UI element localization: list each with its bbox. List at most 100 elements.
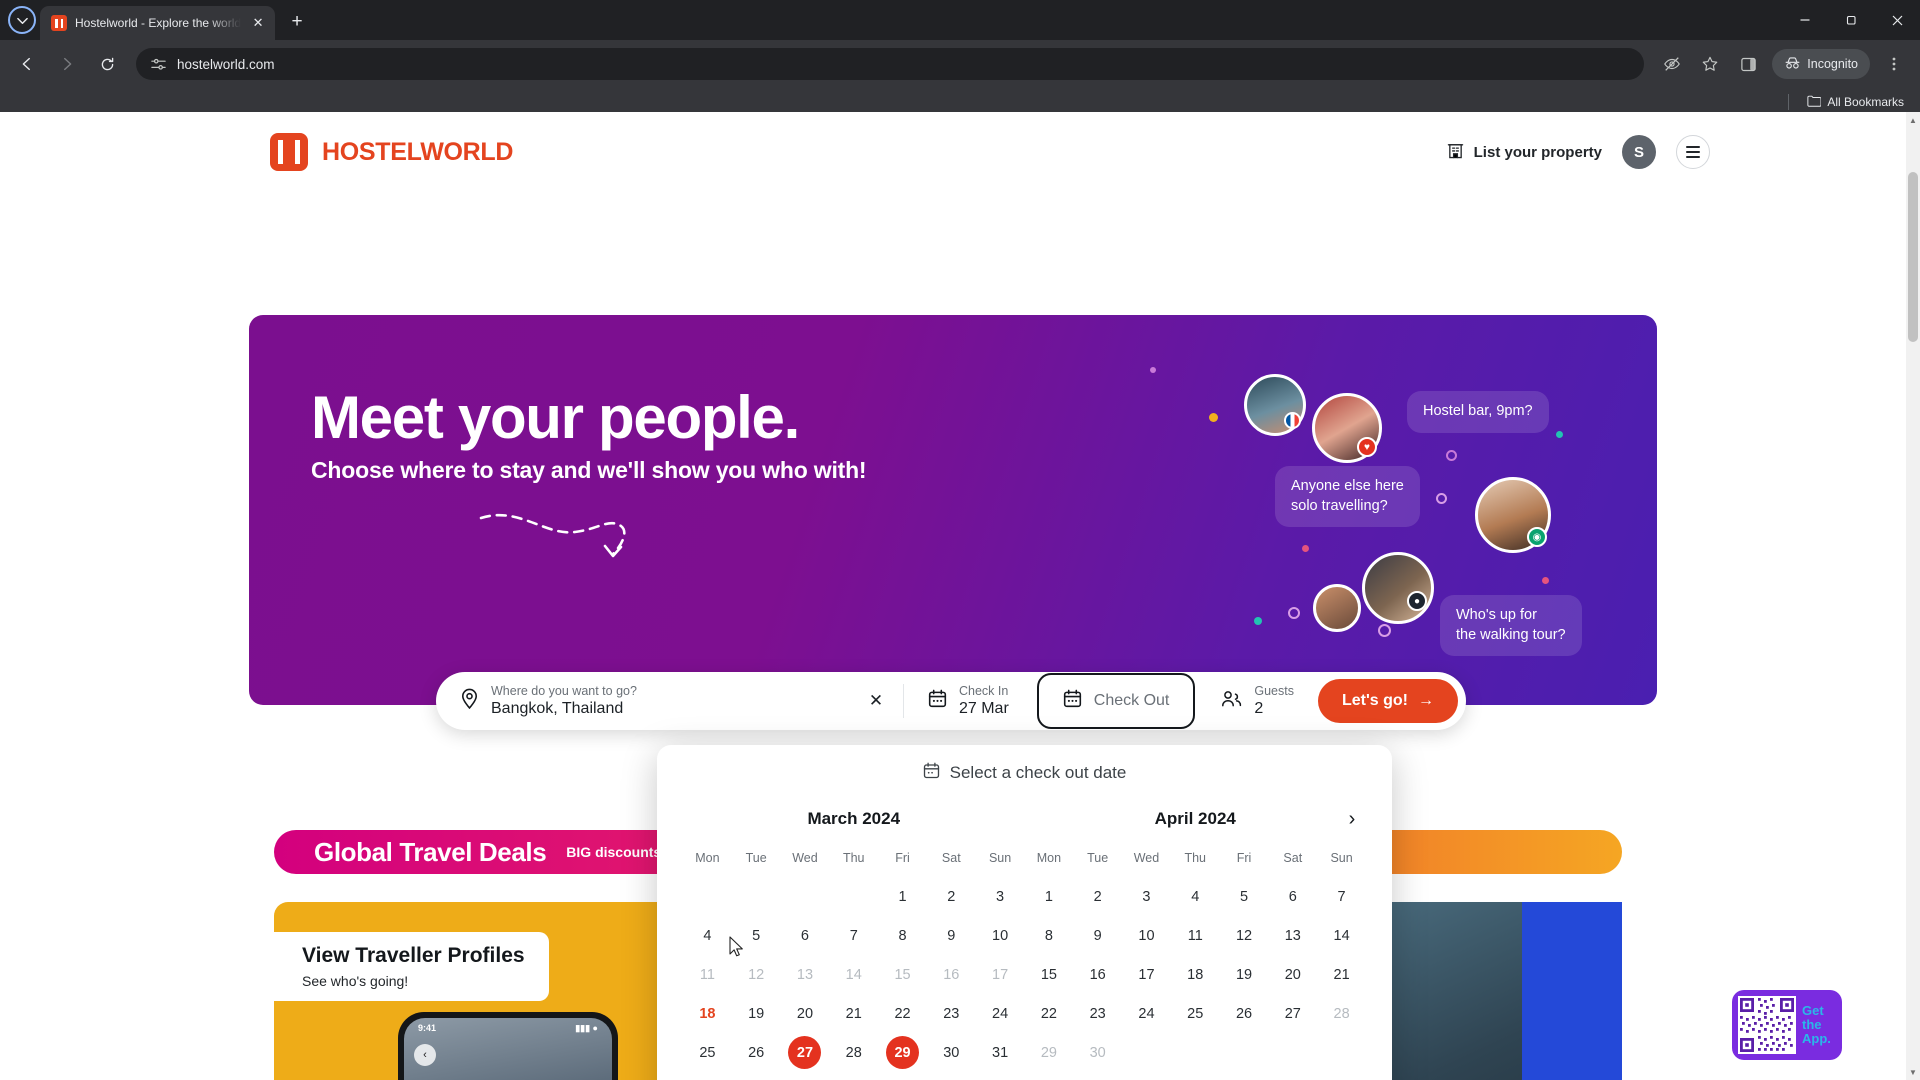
day-cell[interactable]: 19 [1220,955,1269,994]
site-settings-icon[interactable] [150,56,167,73]
qr-line-1: Get [1802,1002,1824,1018]
scroll-up-icon[interactable]: ▲ [1907,114,1919,126]
day-cell[interactable]: 4 [683,916,732,955]
all-bookmarks-button[interactable]: All Bookmarks [1801,92,1910,113]
guests-field[interactable]: Guests 2 [1195,684,1318,718]
day-cell[interactable]: 31 [976,1033,1025,1072]
day-cell[interactable]: 27 [781,1033,830,1072]
day-cell: 11 [699,966,715,983]
day-cell[interactable]: 7 [829,916,878,955]
day-cell[interactable]: 15 [1025,955,1074,994]
day-cell[interactable]: 16 [1073,955,1122,994]
day-of-week: Fri [1236,851,1252,865]
day-cell[interactable]: 18 [683,994,732,1033]
url-text: hostelworld.com [177,56,275,72]
browser-tab[interactable]: Hostelworld - Explore the world ✕ [40,6,276,40]
decor-dot [1302,545,1309,552]
qr-line-3: App. [1802,1031,1831,1047]
day-cell[interactable]: 25 [1171,994,1220,1033]
day-cell[interactable]: 17 [1122,955,1171,994]
day-cell[interactable]: 8 [1025,916,1074,955]
chrome-menu-icon[interactable] [1879,49,1909,79]
day-cell[interactable]: 20 [781,994,830,1033]
close-window-icon[interactable] [1874,0,1920,40]
day-cell[interactable]: 13 [1268,916,1317,955]
day-cell[interactable]: 19 [732,994,781,1033]
destination-field[interactable]: Where do you want to go? Bangkok, Thaila… [436,684,861,718]
side-panel-icon[interactable] [1733,49,1763,79]
day-cell[interactable]: 8 [878,916,927,955]
day-cell[interactable]: 12 [1220,916,1269,955]
day-cell[interactable]: 30 [927,1033,976,1072]
reload-icon[interactable] [91,48,123,80]
day-cell[interactable]: 22 [878,994,927,1033]
hostelworld-logo[interactable]: HOSTELWORLD [270,133,513,171]
day-cell[interactable]: 26 [732,1033,781,1072]
day-cell[interactable]: 9 [927,916,976,955]
minimize-icon[interactable] [1782,0,1828,40]
get-the-app-widget[interactable]: Get the App. [1732,990,1842,1060]
day-cell[interactable]: 27 [1268,994,1317,1033]
close-icon[interactable]: ✕ [249,14,267,32]
day-cell[interactable]: 21 [1317,955,1366,994]
day-cell[interactable]: 22 [1025,994,1074,1033]
day-cell[interactable]: 2 [1073,877,1122,916]
day-cell[interactable]: 10 [976,916,1025,955]
check-out-field[interactable]: Check Out [1036,673,1196,729]
incognito-indicator[interactable]: Incognito [1772,49,1870,79]
avatar[interactable]: S [1622,135,1656,169]
day-cell[interactable]: 3 [976,877,1025,916]
tracking-protection-icon[interactable] [1657,49,1687,79]
bookmark-star-icon[interactable] [1695,49,1725,79]
next-month-button[interactable]: › [1338,805,1366,833]
day-of-week: Thu [842,851,865,865]
phone-screen: 9:41 ▮▮▮ ● ‹ [404,1018,612,1080]
tab-search-button[interactable] [8,6,36,34]
destination-value: Bangkok, Thailand [491,700,624,717]
day-grid: 1 2 3 4 5 6 7 8 9 10 11 12 13 14 15 16 17 18 19 20 21 22 23 24 2… [1025,877,1367,1072]
clear-destination-button[interactable]: ✕ [861,686,891,716]
check-in-label: Check In [958,684,1009,698]
day-cell[interactable]: 6 [1268,877,1317,916]
day-cell[interactable]: 3 [1122,877,1171,916]
day-of-week: Mon [1036,851,1062,865]
day-cell[interactable]: 7 [1317,877,1366,916]
address-bar[interactable]: hostelworld.com [136,48,1645,80]
day-cell[interactable]: 26 [1220,994,1269,1033]
day-cell[interactable]: 23 [1073,994,1122,1033]
day-cell[interactable]: 14 [1317,916,1366,955]
header-actions: List your property S [1447,135,1710,169]
menu-icon[interactable] [1676,135,1710,169]
new-tab-button[interactable]: + [283,8,311,36]
day-cell[interactable]: 9 [1073,916,1122,955]
day-cell[interactable]: 2 [927,877,976,916]
decor-ring [1446,450,1457,461]
day-cell[interactable]: 24 [976,994,1025,1033]
day-cell[interactable]: 24 [1122,994,1171,1033]
list-your-property-button[interactable]: List your property [1447,141,1602,163]
day-cell[interactable]: 10 [1122,916,1171,955]
day-cell[interactable]: 1 [1025,877,1074,916]
check-in-field[interactable]: Check In 27 Mar [904,684,1035,718]
day-cell[interactable]: 4 [1171,877,1220,916]
day-cell[interactable]: 5 [1220,877,1269,916]
search-submit-button[interactable]: Let's go! → [1317,679,1458,723]
day-cell[interactable]: 25 [683,1033,732,1072]
day-cell[interactable]: 20 [1268,955,1317,994]
day-cell[interactable]: 1 [878,877,927,916]
scroll-down-icon[interactable]: ▼ [1907,1066,1919,1078]
day-cell[interactable]: 11 [1171,916,1220,955]
guests-value: 2 [1254,700,1264,717]
day-cell[interactable]: 21 [829,994,878,1033]
back-icon[interactable] [11,48,43,80]
day-cell: 30 [1089,1044,1106,1061]
scrollbar-thumb[interactable] [1908,172,1918,342]
day-cell[interactable]: 28 [829,1033,878,1072]
day-cell[interactable]: 18 [1171,955,1220,994]
page-scrollbar[interactable]: ▲ ▼ [1906,112,1920,1080]
maximize-icon[interactable] [1828,0,1874,40]
day-cell[interactable]: 6 [781,916,830,955]
day-cell: 16 [943,966,960,983]
day-cell[interactable]: 29 [878,1033,927,1072]
day-cell[interactable]: 23 [927,994,976,1033]
